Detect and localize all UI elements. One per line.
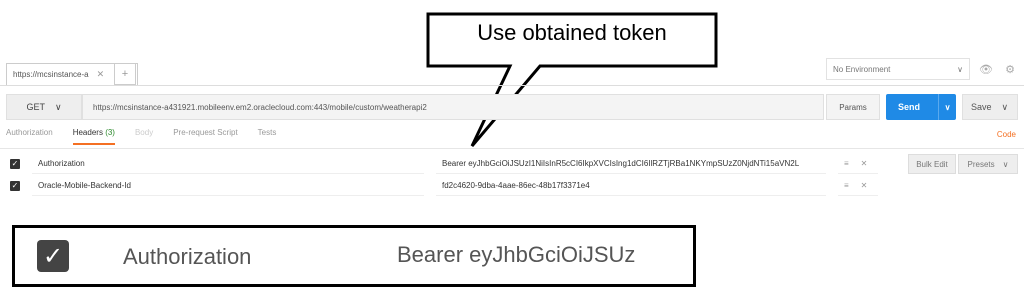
headers-count: (3) bbox=[105, 128, 115, 137]
close-tab-icon[interactable]: ✕ bbox=[97, 69, 105, 80]
environment-select[interactable]: No Environment ∨ bbox=[826, 58, 970, 80]
chevron-down-icon: ∨ bbox=[957, 64, 963, 74]
header-row: ✓ Authorization Bearer eyJhbGciOiJSUzI1N… bbox=[0, 154, 1024, 174]
chevron-down-icon: ∨ bbox=[1002, 159, 1009, 169]
code-link[interactable]: Code bbox=[997, 130, 1016, 139]
header-row-actions: ≡ ✕ bbox=[838, 154, 878, 174]
menu-icon[interactable]: ≡ bbox=[844, 181, 849, 190]
menu-icon[interactable]: ≡ bbox=[844, 159, 849, 168]
tab-body[interactable]: Body bbox=[135, 128, 153, 137]
eye-icon[interactable]: 👁 bbox=[976, 58, 996, 80]
tab-headers[interactable]: Headers (3) bbox=[72, 128, 115, 145]
request-tab-label: https://mcsinstance-a bbox=[13, 70, 89, 79]
header-enabled-checkbox[interactable]: ✓ bbox=[10, 181, 20, 191]
send-dropdown-icon[interactable]: ∨ bbox=[938, 94, 956, 120]
params-button[interactable]: Params bbox=[826, 94, 880, 120]
save-button[interactable]: Save ∨ bbox=[962, 94, 1018, 120]
save-label: Save bbox=[971, 102, 992, 112]
header-key-input[interactable]: Authorization bbox=[32, 154, 424, 174]
zoomed-header-value: Bearer eyJhbGciOiJSUz bbox=[397, 242, 636, 267]
header-value-input[interactable]: Bearer eyJhbGciOiJSUzI1NiIsInR5cCI6IkpXV… bbox=[436, 154, 826, 174]
close-icon[interactable]: ✕ bbox=[861, 159, 868, 168]
header-row-actions: ≡ ✕ bbox=[838, 176, 878, 196]
bulk-edit-button[interactable]: Bulk Edit bbox=[908, 154, 956, 174]
zoomed-header-key: Authorization bbox=[123, 244, 252, 269]
tab-authorization[interactable]: Authorization bbox=[6, 128, 53, 137]
header-value-input[interactable]: fd2c4620-9dba-4aae-86ec-48b17f3371e4 bbox=[436, 176, 826, 196]
method-value: GET bbox=[26, 102, 45, 112]
tab-tests[interactable]: Tests bbox=[258, 128, 277, 137]
zoomed-checkbox: ✓ bbox=[37, 240, 69, 272]
chevron-down-icon: ∨ bbox=[1001, 101, 1009, 112]
request-subtabs: Authorization Headers (3) Body Pre-reque… bbox=[6, 128, 276, 148]
header-row: ✓ Oracle-Mobile-Backend-Id fd2c4620-9dba… bbox=[0, 176, 1024, 196]
header-key-input[interactable]: Oracle-Mobile-Backend-Id bbox=[32, 176, 424, 196]
header-enabled-checkbox[interactable]: ✓ bbox=[10, 159, 20, 169]
send-button[interactable]: Send ∨ bbox=[886, 94, 956, 120]
close-icon[interactable]: ✕ bbox=[861, 181, 868, 190]
new-tab-button[interactable]: + bbox=[114, 63, 136, 85]
tab-headers-label: Headers bbox=[72, 128, 103, 137]
presets-label: Presets bbox=[967, 159, 995, 169]
tab-divider bbox=[0, 85, 1024, 86]
subtabs-divider bbox=[0, 148, 1024, 149]
environment-value: No Environment bbox=[833, 64, 891, 74]
presets-button[interactable]: Presets ∨ bbox=[958, 154, 1018, 174]
tab-pre-request-script[interactable]: Pre-request Script bbox=[173, 128, 237, 137]
zoomed-authorization-row: ✓ Authorization Bearer eyJhbGciOiJSUz bbox=[12, 225, 696, 287]
callout-text: Use obtained token bbox=[477, 20, 667, 45]
url-input[interactable]: https://mcsinstance-a431921.mobileenv.em… bbox=[82, 94, 824, 120]
method-select[interactable]: GET ∨ bbox=[6, 94, 82, 120]
chevron-down-icon: ∨ bbox=[54, 101, 62, 112]
send-label: Send bbox=[898, 102, 921, 112]
gear-icon[interactable]: ⚙ bbox=[1000, 58, 1020, 80]
